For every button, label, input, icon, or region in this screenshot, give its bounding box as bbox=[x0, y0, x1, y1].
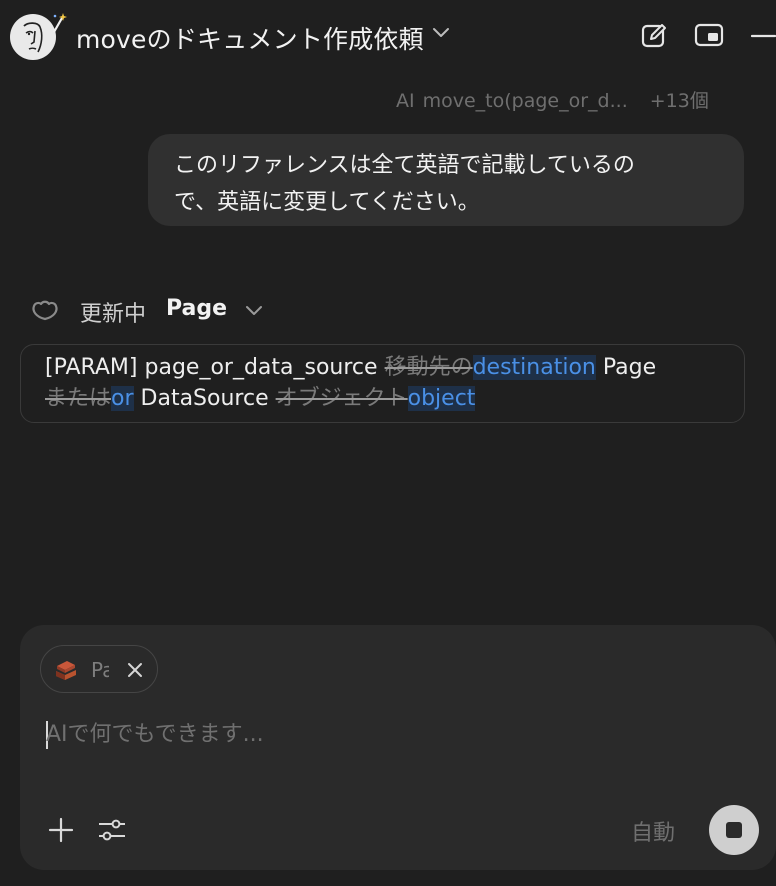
stop-icon bbox=[726, 822, 742, 838]
diff-text: Page bbox=[595, 355, 657, 380]
stop-button[interactable] bbox=[709, 805, 759, 855]
attachment-label: Page bbox=[91, 658, 109, 682]
close-icon[interactable] bbox=[125, 660, 145, 680]
user-message-line: で、英語に変更してください。 bbox=[174, 190, 480, 215]
diff-deleted-text: または bbox=[45, 386, 112, 411]
loading-spinner-icon bbox=[32, 300, 58, 321]
status-target: Page bbox=[166, 296, 228, 321]
ai-cursor-icon: AI bbox=[396, 90, 415, 112]
user-message-line: このリファレンスは全て英語で記載しているの bbox=[174, 153, 635, 178]
page-title: moveのドキュメント作成依頼 bbox=[76, 25, 424, 54]
compose-icon[interactable] bbox=[640, 22, 668, 50]
diff-text: [PARAM] page_or_data_source bbox=[45, 355, 385, 380]
header: moveのドキュメント作成依頼 bbox=[0, 0, 776, 74]
chevron-down-icon[interactable] bbox=[244, 304, 264, 318]
magic-wand-icon bbox=[53, 13, 67, 33]
diff-text: DataSource bbox=[133, 386, 276, 411]
mode-selector[interactable]: 自動 bbox=[631, 815, 675, 847]
chevron-down-icon[interactable] bbox=[431, 26, 451, 40]
prompt-input[interactable] bbox=[46, 717, 746, 751]
minimize-icon[interactable] bbox=[751, 34, 776, 38]
status-label: 更新中 bbox=[80, 302, 147, 327]
context-reference-label: move_to(page_or_d... bbox=[422, 90, 628, 112]
diff-deleted-text: 移動先の bbox=[384, 355, 473, 380]
book-stack-icon bbox=[56, 661, 76, 680]
composer: Page 自動 bbox=[20, 625, 776, 870]
diff-inserted-text: destination bbox=[472, 355, 596, 380]
context-more-count[interactable]: +13個 bbox=[650, 90, 709, 112]
diff-card: [PARAM] page_or_data_source 移動先のdestinat… bbox=[20, 344, 745, 423]
settings-sliders-icon[interactable] bbox=[97, 817, 127, 843]
diff-inserted-text: object bbox=[407, 386, 476, 411]
diff-inserted-text: or bbox=[111, 386, 134, 411]
plus-icon[interactable] bbox=[48, 817, 74, 843]
context-reference-row[interactable]: AI move_to(page_or_d... +13個 bbox=[396, 86, 709, 112]
pip-icon[interactable] bbox=[694, 22, 724, 48]
attachment-chip[interactable]: Page bbox=[40, 645, 158, 693]
user-message-bubble: このリファレンスは全て英語で記載しているの で、英語に変更してください。 bbox=[148, 134, 744, 226]
diff-deleted-text: オブジェクト bbox=[275, 386, 408, 411]
